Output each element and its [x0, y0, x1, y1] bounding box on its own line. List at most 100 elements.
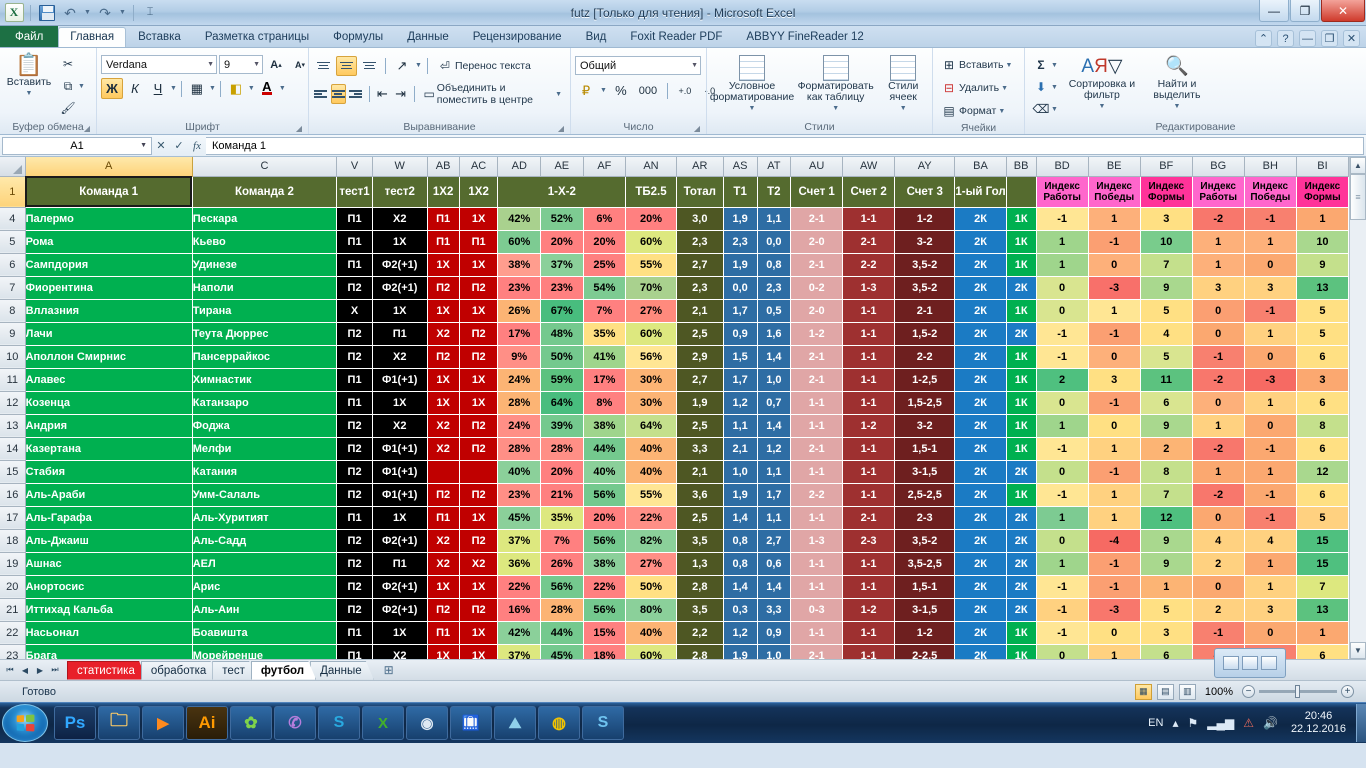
cell-first-goal-a[interactable]: 2К: [954, 367, 1007, 392]
cell-index-win-1[interactable]: -3: [1087, 275, 1141, 300]
cell-score1[interactable]: 1-1: [790, 574, 844, 599]
cell-test1[interactable]: П1: [336, 620, 373, 645]
header-cell[interactable]: Счет 2: [842, 175, 896, 208]
collapse-ribbon-icon[interactable]: ⌃: [1255, 30, 1272, 47]
cell-index-win-1[interactable]: 0: [1087, 620, 1141, 645]
cell-score2[interactable]: 1-3: [842, 275, 896, 300]
tab-file[interactable]: Файл: [0, 26, 59, 47]
cell-1x2-a[interactable]: [426, 459, 460, 484]
scroll-up-button[interactable]: ▲: [1350, 157, 1366, 174]
cell-first-goal-b[interactable]: 1К: [1005, 367, 1037, 392]
underline-button[interactable]: Ч: [147, 78, 169, 99]
cell-1x2-b[interactable]: 1Х: [458, 252, 499, 277]
cell-prob-2[interactable]: 54%: [582, 275, 627, 300]
insert-function-icon[interactable]: fx: [188, 137, 206, 155]
cell-index-work-1[interactable]: -1: [1035, 206, 1089, 231]
fill-button[interactable]: ⬇ ▼: [1029, 77, 1062, 97]
cell-first-goal-b[interactable]: 1К: [1005, 390, 1037, 415]
cell-test2[interactable]: П1: [371, 551, 428, 576]
cell-total[interactable]: 2,5: [675, 413, 724, 438]
cell-first-goal-b[interactable]: 2К: [1005, 574, 1037, 599]
cell-index-form-1[interactable]: 5: [1139, 344, 1193, 369]
cell-index-form-2[interactable]: 6: [1295, 482, 1349, 507]
cell-prob-x[interactable]: 23%: [540, 275, 584, 300]
table-row[interactable]: 22 Насьонал Боавишта П1 1Х П1 1Х 42% 44% 15% 40% 2,…: [0, 620, 1349, 645]
cell-1x2-b[interactable]: П2: [458, 275, 499, 300]
cell-index-form-1[interactable]: 6: [1139, 643, 1193, 659]
cell-index-work-2[interactable]: -1: [1191, 620, 1245, 645]
formula-input[interactable]: Команда 1: [206, 136, 1364, 155]
sheet-tab-obrabotka[interactable]: обработка: [141, 661, 218, 680]
cell-prob-x[interactable]: 59%: [540, 367, 584, 392]
header-cell[interactable]: Индекс Формы: [1139, 175, 1193, 208]
cell-1x2-a[interactable]: П1: [426, 505, 460, 530]
cell-1x2-a[interactable]: П1: [426, 206, 460, 231]
cell-score1[interactable]: 1-1: [790, 551, 844, 576]
decrease-indent-icon[interactable]: ⇤: [374, 84, 390, 105]
cell-prob-2[interactable]: 40%: [582, 459, 627, 484]
cell-prob-x[interactable]: 21%: [540, 482, 584, 507]
close-button[interactable]: ✕: [1321, 0, 1365, 22]
column-header-au[interactable]: AU: [790, 157, 844, 177]
cell-t1[interactable]: 0,8: [722, 551, 758, 576]
cell-test1[interactable]: П2: [336, 344, 373, 369]
status-right[interactable]: ▦ ▤ ▥ 100% − +: [1134, 683, 1362, 700]
cell-tb25[interactable]: 60%: [625, 321, 677, 346]
cell-score2[interactable]: 2-2: [842, 252, 896, 277]
cell-t1[interactable]: 2,1: [722, 436, 758, 461]
cell-t1[interactable]: 1,9: [722, 482, 758, 507]
cell-styles-button[interactable]: Стили ячеек ▼: [878, 53, 928, 114]
column-header-bf[interactable]: BF: [1140, 157, 1193, 177]
cell-score3[interactable]: 2-2,5: [894, 643, 956, 659]
cell-index-form-1[interactable]: 1: [1139, 574, 1193, 599]
row-header[interactable]: 23: [0, 644, 26, 659]
cell-test1[interactable]: П2: [336, 574, 373, 599]
cell-index-form-1[interactable]: 7: [1139, 252, 1193, 277]
cell-index-win-1[interactable]: 1: [1087, 505, 1141, 530]
column-header-af[interactable]: AF: [583, 157, 627, 177]
cell-test2[interactable]: 1Х: [371, 298, 428, 323]
cell-prob-1[interactable]: 37%: [497, 528, 542, 553]
save-icon[interactable]: [37, 3, 57, 23]
cell-prob-x[interactable]: 50%: [540, 344, 584, 369]
cell-t2[interactable]: 1,1: [756, 206, 792, 231]
cell-prob-1[interactable]: 38%: [497, 252, 542, 277]
cell-first-goal-b[interactable]: 1К: [1005, 482, 1037, 507]
cell-index-form-1[interactable]: 10: [1139, 229, 1193, 254]
cell-tb25[interactable]: 40%: [625, 436, 677, 461]
cell-index-work-1[interactable]: 0: [1035, 298, 1089, 323]
column-header-bg[interactable]: BG: [1192, 157, 1245, 177]
cell-score2[interactable]: 2-1: [842, 229, 896, 254]
cell-team2[interactable]: Теута Дюррес: [191, 321, 338, 346]
borders-icon[interactable]: ▦: [186, 78, 208, 99]
cell-team1[interactable]: Вллазния: [24, 298, 193, 323]
cell-first-goal-a[interactable]: 2К: [954, 574, 1007, 599]
header-cell[interactable]: Индекс Формы: [1295, 175, 1349, 208]
cell-index-win-2[interactable]: 0: [1243, 620, 1297, 645]
cell-score2[interactable]: 2-1: [842, 505, 896, 530]
taskbar-item-player[interactable]: ▶: [142, 706, 184, 740]
cell-1x2-a[interactable]: П2: [426, 275, 460, 300]
cell-score2[interactable]: 1-1: [842, 344, 896, 369]
table-row[interactable]: 23 Брага Морейренше П1 Х2 1Х 1Х 37% 45% 18% 60% 2,8…: [0, 643, 1349, 659]
cut-button[interactable]: ✂: [56, 54, 89, 74]
font-color-dropdown-icon[interactable]: ▼: [279, 85, 286, 92]
row-header[interactable]: 4: [0, 207, 26, 231]
table-row[interactable]: 11 Алавес Химнастик П1 Ф1(+1) 1Х 1Х 24% 59% 17% 30…: [0, 367, 1349, 392]
column-header-w[interactable]: W: [372, 157, 428, 177]
cell-test2[interactable]: Ф2(+1): [371, 597, 428, 622]
orientation-icon[interactable]: ↗: [391, 55, 413, 76]
cell-prob-1[interactable]: 24%: [497, 367, 542, 392]
cell-index-work-2[interactable]: 3: [1191, 275, 1245, 300]
cell-team1[interactable]: Стабия: [24, 459, 193, 484]
cell-index-form-1[interactable]: 5: [1139, 298, 1193, 323]
cell-total[interactable]: 2,8: [675, 574, 724, 599]
cell-score1[interactable]: 2-2: [790, 482, 844, 507]
cell-team2[interactable]: Аль-Хуритият: [191, 505, 338, 530]
cell-index-form-1[interactable]: 9: [1139, 413, 1193, 438]
cell-t1[interactable]: 1,9: [722, 252, 758, 277]
customize-qat-icon[interactable]: ⌶: [140, 3, 160, 23]
cell-test1[interactable]: П1: [336, 390, 373, 415]
tab-foxit-pdf[interactable]: Foxit Reader PDF: [618, 27, 734, 47]
cell-t1[interactable]: 1,5: [722, 344, 758, 369]
